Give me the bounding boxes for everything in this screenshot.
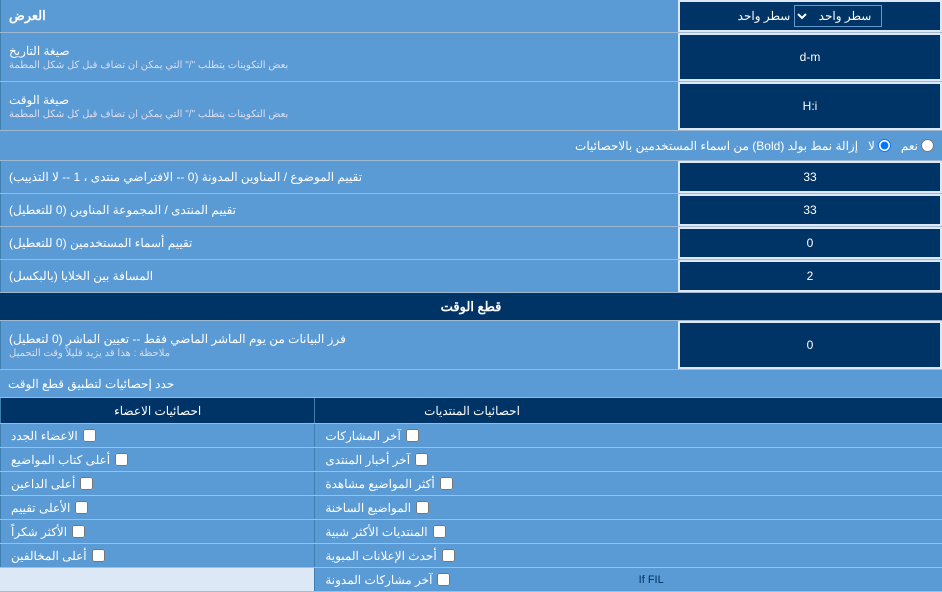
stats-limit-label: حدد إحصائيات لتطبيق قطع الوقت [8, 377, 174, 391]
checkbox-forums-label-4: المنتديات الأكثر شبية [325, 525, 427, 539]
bold-remove-label: إزالة نمط بولد (Bold) من اسماء المستخدمي… [8, 139, 858, 153]
checkbox-forums-1[interactable] [415, 453, 428, 466]
users-sort-label: تقييم أسماء المستخدمين (0 للتعطيل) [9, 236, 192, 250]
bold-remove-no-label[interactable]: لا [868, 139, 891, 153]
checkboxes-header-empty [629, 398, 942, 423]
checkbox-empty-3 [629, 496, 942, 519]
checkbox-members-label-3: الأعلى تقييم [11, 501, 70, 515]
checkbox-col2-5: أحدث الإعلانات المبوية [314, 544, 628, 567]
checkbox-row-6: آخر مشاركات المدونة If FIL [0, 568, 942, 592]
checkbox-empty-5 [629, 544, 942, 567]
checkbox-forums-6[interactable] [437, 573, 450, 586]
checkbox-forums-4[interactable] [433, 525, 446, 538]
checkbox-empty-0 [629, 424, 942, 447]
forum-sort-label: تقييم المنتدى / المجموعة المناوين (0 للت… [9, 203, 236, 217]
checkbox-empty-6: If FIL [629, 568, 942, 591]
checkbox-empty-4 [629, 520, 942, 543]
checkboxes-header-col2: احصائيات المنتديات [314, 398, 628, 423]
checkbox-members-2[interactable] [80, 477, 93, 490]
checkbox-col1-4: الأكثر شكراً [0, 520, 314, 543]
topics-sort-input[interactable] [686, 170, 934, 184]
checkbox-col2-3: المواضيع الساخنة [314, 496, 628, 519]
checkbox-forums-label-6: آخر مشاركات المدونة [325, 573, 432, 587]
checkbox-members-1[interactable] [115, 453, 128, 466]
checkbox-members-label-5: أعلى المخالفين [11, 549, 87, 563]
topics-sort-row: تقييم الموضوع / المناوين المدونة (0 -- ا… [0, 161, 942, 194]
forum-sort-row: تقييم المنتدى / المجموعة المناوين (0 للت… [0, 194, 942, 227]
time-format-row: صيغة الوقت بعض التكوينات يتطلب "/" التي … [0, 82, 942, 131]
checkbox-col2-0: آخر المشاركات [314, 424, 628, 447]
checkbox-row-3: الأعلى تقييم المواضيع الساخنة [0, 496, 942, 520]
checkbox-forums-3[interactable] [416, 501, 429, 514]
dropdown-label: سطر واحد [738, 9, 791, 23]
checkbox-forums-label-0: آخر المشاركات [325, 429, 400, 443]
checkboxes-header-row: احصائيات الاعضاء احصائيات المنتديات [0, 398, 942, 424]
users-sort-input[interactable] [686, 236, 934, 250]
checkbox-row-5: أعلى المخالفين أحدث الإعلانات المبوية [0, 544, 942, 568]
checkbox-members-label-2: أعلى الداعين [11, 477, 75, 491]
checkbox-forums-label-1: آخر أخبار المنتدى [325, 453, 410, 467]
time-cut-label: فرز البيانات من يوم الماشر الماضي فقط --… [9, 332, 346, 346]
bold-remove-yes-label[interactable]: نعم [901, 139, 934, 153]
checkbox-members-0[interactable] [83, 429, 96, 442]
checkbox-members-5[interactable] [92, 549, 105, 562]
bold-remove-row: إزالة نمط بولد (Bold) من اسماء المستخدمي… [0, 131, 942, 161]
time-format-label: صيغة الوقت [9, 93, 69, 107]
users-sort-row: تقييم أسماء المستخدمين (0 للتعطيل) [0, 227, 942, 260]
checkbox-col2-1: آخر أخبار المنتدى [314, 448, 628, 471]
checkbox-empty-1 [629, 448, 942, 471]
time-cut-input[interactable] [686, 338, 934, 352]
time-cut-row: فرز البيانات من يوم الماشر الماضي فقط --… [0, 321, 942, 370]
checkbox-col2-6: آخر مشاركات المدونة [314, 568, 628, 591]
date-format-input[interactable] [686, 50, 934, 64]
cells-distance-input[interactable] [686, 269, 934, 283]
header-title: العرض [9, 8, 46, 24]
checkbox-forums-label-2: أكثر المواضيع مشاهدة [325, 477, 434, 491]
checkbox-col1-0: الاعضاء الجدد [0, 424, 314, 447]
checkbox-forums-label-5: أحدث الإعلانات المبوية [325, 549, 436, 563]
stats-limit-row: حدد إحصائيات لتطبيق قطع الوقت [0, 370, 942, 398]
date-format-label: صيغة التاريخ [9, 44, 70, 58]
checkbox-forums-label-3: المواضيع الساخنة [325, 501, 411, 515]
time-cut-sublabel: ملاحظة : هذا قد يزيد قليلاً وقت التحميل [9, 348, 170, 359]
checkbox-members-label-4: الأكثر شكراً [11, 525, 67, 539]
checkbox-col1-5: أعلى المخالفين [0, 544, 314, 567]
cells-distance-row: المسافة بين الخلايا (بالبكسل) [0, 260, 942, 293]
header-row: العرض سطر واحد سطران ثلاثة أسطر سطر واحد [0, 0, 942, 33]
checkbox-members-3[interactable] [75, 501, 88, 514]
checkbox-forums-2[interactable] [440, 477, 453, 490]
date-format-row: صيغة التاريخ بعض التكوينات يتطلب "/" الت… [0, 33, 942, 82]
cells-distance-label: المسافة بين الخلايا (بالبكسل) [9, 269, 153, 283]
time-format-sublabel: بعض التكوينات يتطلب "/" التي يمكن ان تضا… [9, 109, 288, 120]
time-format-input[interactable] [686, 99, 934, 113]
topics-sort-label: تقييم الموضوع / المناوين المدونة (0 -- ا… [9, 170, 362, 184]
checkbox-col2-2: أكثر المواضيع مشاهدة [314, 472, 628, 495]
checkbox-col1-2: أعلى الداعين [0, 472, 314, 495]
forum-sort-input[interactable] [686, 203, 934, 217]
checkbox-col2-4: المنتديات الأكثر شبية [314, 520, 628, 543]
checkbox-members-4[interactable] [72, 525, 85, 538]
checkbox-row-0: الاعضاء الجدد آخر المشاركات [0, 424, 942, 448]
bottom-text: If FIL [639, 574, 664, 586]
checkbox-members-label-1: أعلى كتاب المواضيع [11, 453, 110, 467]
checkbox-row-2: أعلى الداعين أكثر المواضيع مشاهدة [0, 472, 942, 496]
checkbox-members-label-0: الاعضاء الجدد [11, 429, 78, 443]
bold-remove-no-radio[interactable] [878, 139, 891, 152]
bold-remove-yes-radio[interactable] [921, 139, 934, 152]
lines-dropdown[interactable]: سطر واحد سطران ثلاثة أسطر [794, 5, 882, 27]
checkbox-col1-3: الأعلى تقييم [0, 496, 314, 519]
checkbox-row-4: الأكثر شكراً المنتديات الأكثر شبية [0, 520, 942, 544]
checkbox-forums-5[interactable] [442, 549, 455, 562]
checkbox-forums-0[interactable] [406, 429, 419, 442]
time-cut-section-header: قطع الوقت [0, 293, 942, 321]
checkbox-empty-2 [629, 472, 942, 495]
checkbox-row-1: أعلى كتاب المواضيع آخر أخبار المنتدى [0, 448, 942, 472]
checkboxes-header-col1: احصائيات الاعضاء [0, 398, 314, 423]
date-format-sublabel: بعض التكوينات يتطلب "/" التي يمكن ان تضا… [9, 60, 288, 71]
checkbox-col1-1: أعلى كتاب المواضيع [0, 448, 314, 471]
